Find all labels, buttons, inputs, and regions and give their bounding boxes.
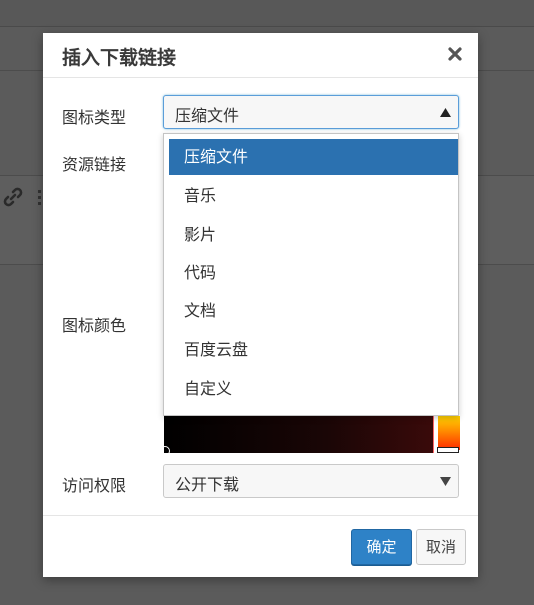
resource-link-label: 资源链接 [62,155,127,174]
dialog-title: 插入下载链接 [62,47,177,69]
access-select[interactable]: 公开下载 [163,464,459,498]
icon-type-select[interactable]: 压缩文件 [163,95,459,129]
color-picker-divider [433,416,434,453]
icon-type-dropdown: 压缩文件 音乐 影片 代码 文档 百度云盘 自定义 [163,133,459,416]
dropdown-option[interactable]: 百度云盘 [169,332,458,368]
access-label: 访问权限 [62,476,127,495]
caret-up-icon [440,108,451,117]
confirm-button[interactable]: 确定 [351,529,412,565]
dropdown-option[interactable]: 文档 [169,293,458,329]
cancel-button[interactable]: 取消 [416,529,466,565]
dropdown-option[interactable]: 影片 [169,217,458,253]
color-hue-handle[interactable] [437,447,459,453]
background-toolbar [0,0,534,27]
link-icon [3,187,23,207]
access-value: 公开下载 [175,475,240,494]
dropdown-option[interactable]: 代码 [169,255,458,291]
dropdown-option[interactable]: 压缩文件 [169,139,458,175]
color-saturation-handle[interactable] [160,446,170,456]
color-hue-slider[interactable] [438,416,460,450]
dropdown-option[interactable]: 音乐 [169,178,458,214]
color-saturation-area[interactable] [164,416,434,453]
color-picker[interactable] [160,416,460,456]
caret-down-icon [440,477,451,486]
icon-type-label: 图标类型 [62,108,127,127]
dialog-footer-divider [43,515,478,516]
dropdown-option[interactable]: 自定义 [169,371,458,407]
icon-color-label: 图标颜色 [62,316,127,335]
insert-download-link-dialog: 插入下载链接 图标类型 压缩文件 资源链接 图标颜色 压缩文件 音乐 影片 代码… [43,33,478,577]
close-icon[interactable] [445,44,465,64]
icon-type-value: 压缩文件 [175,106,240,125]
dialog-header: 插入下载链接 [43,33,478,78]
more-icon [38,190,41,205]
